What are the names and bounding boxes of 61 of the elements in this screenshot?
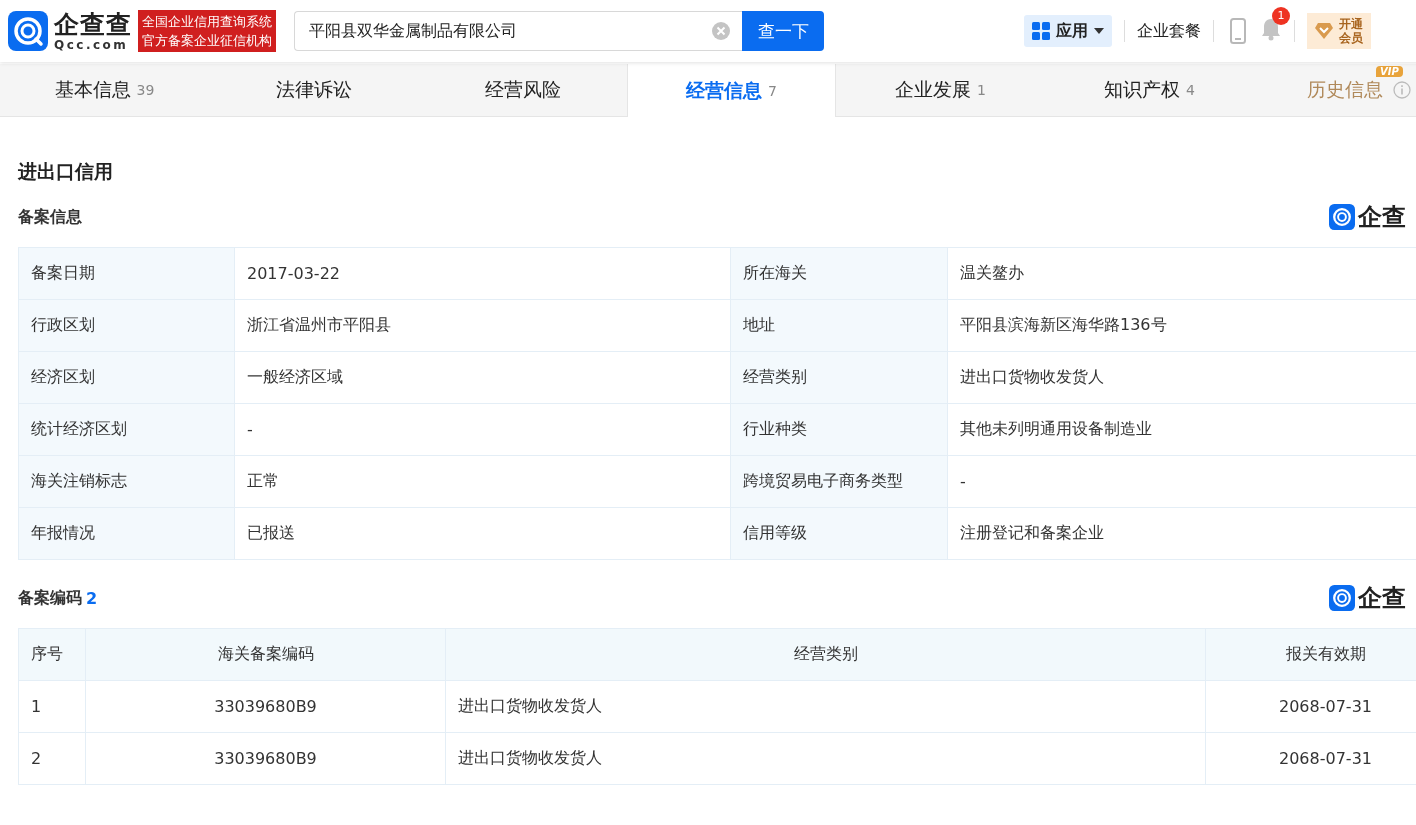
tab[interactable]: 企业发展 1 (836, 64, 1045, 116)
bell-icon[interactable] (1260, 17, 1282, 41)
table-cell: 统计经济区划 (18, 403, 235, 456)
table-cell: 海关注销标志 (18, 455, 235, 508)
tab[interactable]: 法律诉讼 (209, 64, 418, 116)
table-cell: 经济区划 (18, 351, 235, 404)
table-cell: 温关鳌办 (947, 247, 1416, 300)
info-icon[interactable] (1392, 81, 1411, 99)
search-field[interactable]: 平阳县双华金属制品有限公司 (294, 11, 742, 51)
table-cell: 进出口货物收发货人 (445, 680, 1206, 733)
table-cell: 1 (18, 680, 86, 733)
apps-button[interactable]: 应用 (1024, 15, 1112, 47)
table-cell: 浙江省温州市平阳县 (234, 299, 731, 352)
slogan-banner: 全国企业信用查询系统 官方备案企业征信机构 (138, 10, 276, 52)
package-link[interactable]: 企业套餐 (1137, 20, 1201, 42)
tab[interactable]: 经营风险 (418, 64, 627, 116)
count-label: 2 (86, 588, 98, 608)
table-cell: 已报送 (234, 507, 731, 560)
clear-icon[interactable] (712, 22, 730, 40)
column-header: 海关备案编码 (85, 628, 446, 681)
search-button[interactable]: 查一下 (742, 11, 824, 51)
table-cell: 一般经济区域 (234, 351, 731, 404)
brand-name: 企查 (1358, 583, 1406, 614)
notification-badge: 1 (1272, 7, 1290, 25)
tab[interactable]: 知识产权 4 (1045, 64, 1254, 116)
logo-icon (1329, 585, 1355, 611)
column-header: 报关有效期 (1205, 628, 1416, 681)
table-cell: - (234, 403, 731, 456)
table-cell: 2017-03-22 (234, 247, 731, 300)
logo-icon (8, 11, 48, 51)
table-cell: 地址 (730, 299, 948, 352)
table-cell: 行政区划 (18, 299, 235, 352)
table-cell: 信用等级 (730, 507, 948, 560)
brand-name: 企查 (1358, 202, 1406, 233)
table-cell: 进出口货物收发货人 (445, 732, 1206, 785)
table-cell: 所在海关 (730, 247, 948, 300)
table-cell: 经营类别 (730, 351, 948, 404)
subsection-title: 备案编码 (18, 587, 82, 609)
table-cell: 33039680B9 (85, 732, 446, 785)
table-cell: 行业种类 (730, 403, 948, 456)
subsection-title: 备案信息 (18, 206, 82, 228)
logo-domain: Qcc.com (54, 38, 130, 51)
diamond-icon (1315, 23, 1333, 39)
tab[interactable]: 经营信息 7 (627, 64, 836, 117)
table-cell: 2 (18, 732, 86, 785)
tab[interactable]: 基本信息 39 (0, 64, 209, 116)
vip-badge: VIP (1376, 66, 1403, 77)
column-header: 经营类别 (445, 628, 1206, 681)
phone-icon[interactable] (1230, 18, 1246, 44)
table-cell: 备案日期 (18, 247, 235, 300)
logo-name: 企查查 (54, 11, 132, 37)
table-cell: 33039680B9 (85, 680, 446, 733)
column-header: 序号 (18, 628, 86, 681)
table-cell: 正常 (234, 455, 731, 508)
grid-icon (1032, 22, 1050, 40)
table-cell: 跨境贸易电子商务类型 (730, 455, 948, 508)
vip-button[interactable]: 开通 会员 (1307, 13, 1371, 49)
section-title: 进出口信用 (18, 159, 114, 184)
caret-icon (1094, 28, 1104, 34)
table-cell: 年报情况 (18, 507, 235, 560)
logo-icon (1329, 204, 1355, 230)
